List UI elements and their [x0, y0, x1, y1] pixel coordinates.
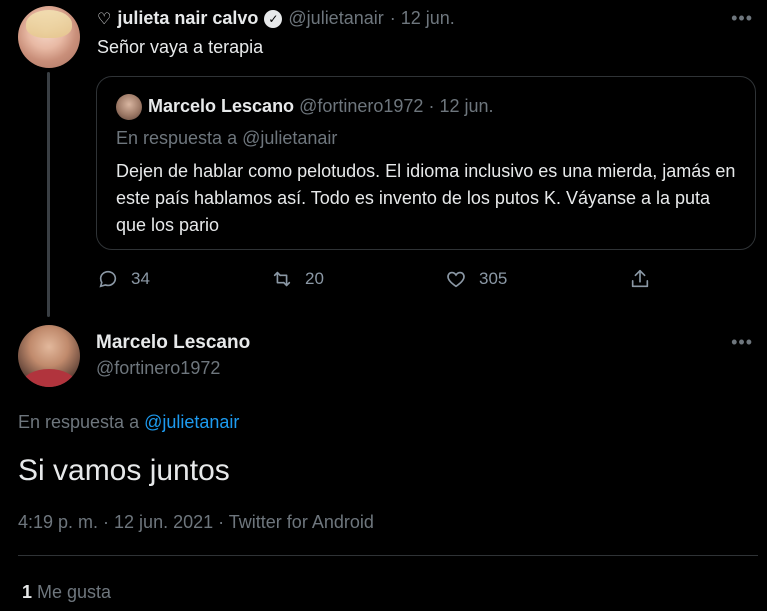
avatar[interactable]	[18, 6, 80, 68]
heart-icon	[447, 271, 465, 288]
heart-outline-icon: ♡	[97, 10, 112, 28]
tweet-text: Si vamos juntos	[18, 454, 230, 487]
divider	[18, 555, 758, 556]
reply-context: En respuesta a @julietanair	[18, 412, 239, 433]
tweet-date: · 12 jun.	[428, 96, 494, 116]
like-count: 305	[479, 269, 508, 288]
likes-summary[interactable]: 1 Me gusta	[22, 582, 111, 603]
handle[interactable]: @julietanair	[288, 8, 383, 29]
share-button[interactable]	[629, 268, 651, 290]
more-options-icon[interactable]: •••	[731, 8, 753, 29]
display-name: Marcelo Lescano	[148, 96, 295, 116]
tweet-metadata[interactable]: 4:19 p. m. · 12 jun. 2021 · Twitter for …	[18, 512, 374, 533]
reply-context: En respuesta a @julietanair	[116, 128, 338, 148]
retweet-button[interactable]: 20	[271, 268, 324, 290]
more-options-icon[interactable]: •••	[731, 332, 753, 353]
reply-prefix: En respuesta a	[18, 412, 140, 432]
handle[interactable]: @fortinero1972	[96, 358, 220, 379]
avatar	[116, 94, 142, 120]
verified-badge-icon: ✓	[264, 9, 283, 28]
likes-count: 1	[22, 582, 33, 602]
reply-count: 34	[131, 269, 150, 288]
avatar[interactable]	[18, 325, 80, 387]
tweet-header: ♡ julieta nair calvo ✓ @julietanair · 12…	[97, 8, 455, 29]
tweet-text: Señor vaya a terapia	[97, 37, 264, 57]
quoted-tweet-text: Dejen de hablar como pelotudos. El idiom…	[116, 161, 736, 235]
display-name[interactable]: Marcelo Lescano	[96, 332, 250, 354]
display-name[interactable]: julieta nair calvo	[117, 8, 258, 29]
like-button[interactable]: 305	[445, 268, 507, 290]
retweet-icon	[273, 271, 291, 287]
reply-handle-link[interactable]: @julietanair	[144, 412, 239, 432]
reply-icon	[99, 270, 117, 288]
likes-label: Me gusta	[37, 582, 112, 602]
tweet-actions: 34 20 305	[97, 268, 657, 296]
reply-button[interactable]: 34	[97, 268, 150, 290]
tweet-date[interactable]: · 12 jun.	[390, 8, 455, 29]
retweet-count: 20	[305, 269, 324, 288]
handle: @fortinero1972	[299, 96, 424, 116]
thread-connector-line	[47, 72, 50, 317]
quoted-tweet-header: Marcelo Lescano @fortinero1972 · 12 jun.	[148, 96, 494, 117]
share-icon	[631, 269, 649, 288]
